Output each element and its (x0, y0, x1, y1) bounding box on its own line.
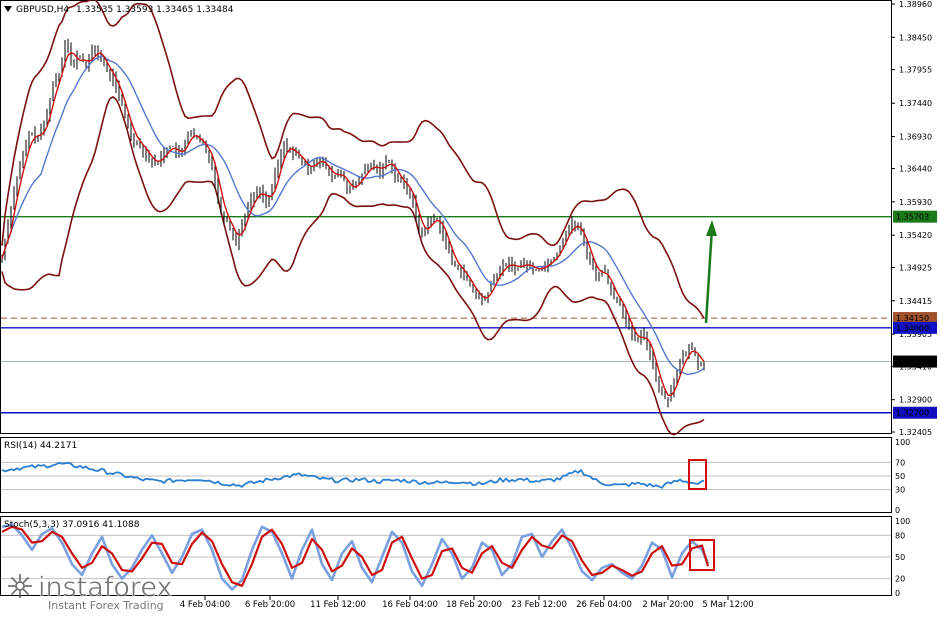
stoch-label: Stoch(5,3,3) 37.0916 41.1088 (4, 520, 140, 530)
chart-window: 1.38960 1.38450 1.37955 1.37440 1.36930 1.364… (0, 0, 940, 615)
x-tick-label: 4 Feb 04:00 (180, 600, 230, 610)
stoch-tick-label: 0 (895, 589, 900, 598)
x-axis-ticks: 4 Feb 04:00 6 Feb 20:00 11 Feb 12:00 16 Feb… (180, 596, 754, 610)
y-tick-label: 1.35930 (899, 198, 932, 207)
price-label: 1.35703 (896, 213, 929, 222)
price-label: 1.34000 (896, 324, 929, 333)
symbol-label: GBPUSD,H4 (16, 5, 69, 15)
stoch-tick-label: 100 (895, 517, 910, 526)
price-label: 1.33484 (896, 358, 929, 367)
price-labels: 1.35703 1.341501.34000 1.33484 1.32700 (893, 210, 937, 419)
stoch-tick-label: 80 (895, 531, 905, 540)
x-tick-label: 2 Mar 20:00 (642, 600, 693, 610)
y-tick-label: 1.32900 (899, 396, 932, 405)
x-tick-label: 18 Feb 20:00 (446, 600, 502, 610)
x-tick-label: 5 Mar 12:00 (702, 600, 753, 610)
chart-header: GBPUSD,H4 1.33535 1.33593 1.33465 1.3348… (4, 5, 234, 15)
y-axis-ticks: 1.38960 1.38450 1.37955 1.37440 1.36930 1.364… (891, 0, 932, 598)
y-tick-label: 1.35420 (899, 231, 932, 240)
y-tick-label: 1.37955 (899, 66, 932, 75)
y-tick-label: 1.38960 (899, 0, 932, 9)
x-tick-label: 11 Feb 12:00 (310, 600, 366, 610)
stoch-tick-label: 50 (895, 553, 905, 562)
rsi-tick-label: 70 (895, 458, 905, 467)
rsi-tick-label: 50 (895, 472, 905, 481)
x-tick-label: 16 Feb 04:00 (382, 600, 438, 610)
y-tick-label: 1.37440 (899, 99, 932, 108)
y-tick-label: 1.32405 (899, 428, 932, 437)
x-tick-label: 26 Feb 04:00 (576, 600, 632, 610)
y-tick-label: 1.36930 (899, 133, 932, 142)
watermark-tagline: Instant Forex Trading (48, 599, 164, 612)
price-label: 1.32700 (896, 409, 929, 418)
rsi-tick-label: 100 (895, 438, 910, 447)
x-tick-label: 23 Feb 12:00 (511, 600, 567, 610)
y-tick-label: 1.34925 (899, 263, 932, 272)
rsi-panel[interactable] (0, 437, 892, 513)
y-tick-label: 1.34415 (899, 297, 932, 306)
stoch-tick-label: 20 (895, 575, 905, 584)
rsi-tick-label: 0 (895, 506, 900, 515)
chart-svg: 1.38960 1.38450 1.37955 1.37440 1.36930 1.364… (0, 0, 937, 612)
instaforex-logo-icon (8, 574, 32, 598)
y-tick-label: 1.36440 (899, 165, 932, 174)
price-label: 1.34150 (896, 314, 929, 323)
ohlc-values: 1.33535 1.33593 1.33465 1.33484 (76, 5, 234, 15)
rsi-tick-label: 30 (895, 486, 905, 495)
y-tick-label: 1.38450 (899, 33, 932, 42)
rsi-label: RSI(14) 44.2171 (4, 441, 77, 451)
x-tick-label: 6 Feb 20:00 (245, 600, 295, 610)
